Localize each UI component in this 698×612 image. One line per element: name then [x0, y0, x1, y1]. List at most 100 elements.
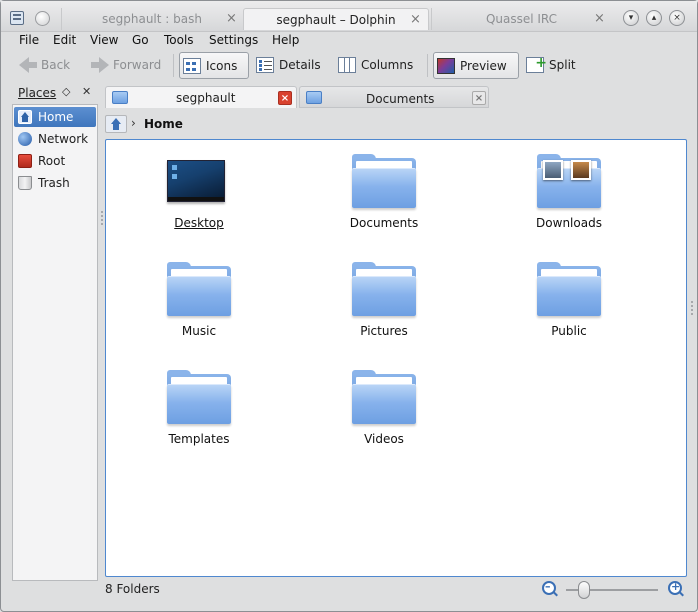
place-root[interactable]: Root — [14, 151, 96, 171]
menu-view[interactable]: View — [90, 33, 118, 47]
toolbar-separator — [173, 54, 174, 77]
close-window-icon[interactable]: × — [669, 10, 685, 26]
home-icon — [18, 110, 32, 124]
trash-icon — [18, 176, 32, 190]
icons-view-icon — [183, 58, 201, 74]
item-downloads[interactable]: Downloads — [494, 146, 644, 246]
item-public[interactable]: Public — [494, 254, 644, 354]
folder-icon — [167, 370, 231, 424]
close-icon[interactable]: × — [594, 8, 605, 30]
breadcrumb: › Home — [105, 114, 691, 134]
view-tab-documents[interactable]: Documents × — [299, 86, 489, 108]
icons-label: Icons — [206, 59, 238, 73]
toolbar-separator — [427, 54, 428, 77]
panel-splitter-handle[interactable] — [101, 211, 103, 225]
window-pin-icon[interactable] — [35, 11, 50, 26]
details-view-icon — [256, 57, 274, 73]
folder-icon — [537, 262, 601, 316]
dolphin-window: segphault : bash × segphault – Dolphin ×… — [0, 0, 698, 612]
item-music[interactable]: Music — [124, 254, 274, 354]
item-label: Pictures — [360, 324, 408, 338]
window-menu-icon[interactable] — [10, 11, 24, 25]
place-trash[interactable]: Trash — [14, 173, 96, 193]
close-tab-icon[interactable]: × — [472, 91, 486, 105]
window-tab-dolphin[interactable]: segphault – Dolphin × — [243, 8, 429, 30]
menu-go[interactable]: Go — [132, 33, 149, 47]
close-icon[interactable]: × — [226, 8, 237, 30]
window-tab-title: Quassel IRC — [485, 12, 558, 26]
place-home[interactable]: Home — [14, 107, 96, 127]
close-panel-icon[interactable]: ✕ — [82, 85, 91, 98]
breadcrumb-chevron-icon: › — [131, 116, 136, 130]
folder-icon — [352, 370, 416, 424]
close-tab-icon[interactable]: × — [278, 91, 292, 105]
menu-tools[interactable]: Tools — [164, 33, 194, 47]
breadcrumb-current[interactable]: Home — [144, 117, 183, 131]
folder-icon — [167, 262, 231, 316]
back-button[interactable]: Back — [15, 52, 79, 79]
place-network[interactable]: Network — [14, 129, 96, 149]
menu-help[interactable]: Help — [272, 33, 299, 47]
split-label: Split — [549, 58, 576, 72]
menu-settings[interactable]: Settings — [209, 33, 258, 47]
window-tab-title: segphault : bash — [102, 12, 202, 26]
preview-icon — [437, 58, 455, 74]
menu-edit[interactable]: Edit — [53, 33, 76, 47]
split-button[interactable]: Split — [523, 50, 583, 79]
toolbar: Back Forward Icons Details Columns Previ… — [1, 50, 697, 81]
back-label: Back — [41, 58, 71, 72]
item-pictures[interactable]: Pictures — [309, 254, 459, 354]
item-documents[interactable]: Documents — [309, 146, 459, 246]
breadcrumb-home-icon[interactable] — [105, 115, 127, 133]
place-label: Trash — [38, 176, 70, 190]
columns-view-button[interactable]: Columns — [335, 52, 419, 79]
details-label: Details — [279, 58, 321, 72]
item-label: Templates — [168, 432, 230, 446]
place-label: Home — [38, 110, 74, 124]
maximize-icon[interactable]: ▴ — [646, 10, 662, 26]
root-folder-icon — [18, 154, 32, 168]
menu-bar: File Edit View Go Tools Settings Help — [1, 32, 697, 50]
zoom-out-icon[interactable] — [542, 580, 556, 595]
view-tab-segphault[interactable]: segphault × — [105, 86, 297, 108]
preview-label: Preview — [460, 59, 507, 73]
minimize-icon[interactable]: ▾ — [623, 10, 639, 26]
folder-icon — [352, 262, 416, 316]
panel-splitter-handle[interactable] — [691, 301, 693, 315]
zoom-slider-handle[interactable] — [578, 581, 591, 599]
split-view-icon — [526, 50, 547, 77]
icons-view-button[interactable]: Icons — [179, 52, 249, 79]
item-label: Documents — [349, 216, 419, 230]
forward-label: Forward — [113, 58, 162, 72]
place-label: Network — [38, 132, 89, 146]
item-templates[interactable]: Templates — [124, 362, 274, 462]
file-icon-view[interactable]: Desktop Documents Downloads Music Pictur… — [105, 139, 687, 577]
view-tab-label: segphault — [176, 91, 236, 105]
folder-icon — [306, 91, 322, 104]
zoom-in-icon[interactable] — [668, 580, 682, 595]
globe-icon — [18, 132, 32, 146]
item-label: Music — [181, 324, 217, 338]
desktop-folder-icon — [167, 160, 225, 202]
window-tab-bash[interactable]: segphault : bash × — [61, 8, 242, 30]
status-text: 8 Folders — [105, 582, 160, 596]
window-tab-quassel[interactable]: Quassel IRC × — [431, 8, 611, 30]
forward-button[interactable]: Forward — [87, 52, 167, 79]
places-panel-header: Places ◇ ✕ — [12, 83, 98, 103]
view-tab-label: Documents — [366, 92, 435, 106]
forward-arrow-icon — [91, 57, 109, 73]
folder-icon — [112, 91, 128, 104]
item-videos[interactable]: Videos — [309, 362, 459, 462]
item-label: Downloads — [536, 216, 602, 230]
details-view-button[interactable]: Details — [253, 52, 329, 79]
item-label: Desktop — [174, 216, 224, 230]
float-panel-icon[interactable]: ◇ — [62, 85, 70, 98]
places-title: Places — [18, 86, 57, 100]
folder-icon — [352, 154, 416, 208]
menu-file[interactable]: File — [19, 33, 39, 47]
preview-button[interactable]: Preview — [433, 52, 519, 79]
item-desktop[interactable]: Desktop — [124, 146, 274, 246]
columns-view-icon — [338, 57, 356, 73]
item-label: Public — [551, 324, 587, 338]
close-icon[interactable]: × — [410, 9, 421, 31]
